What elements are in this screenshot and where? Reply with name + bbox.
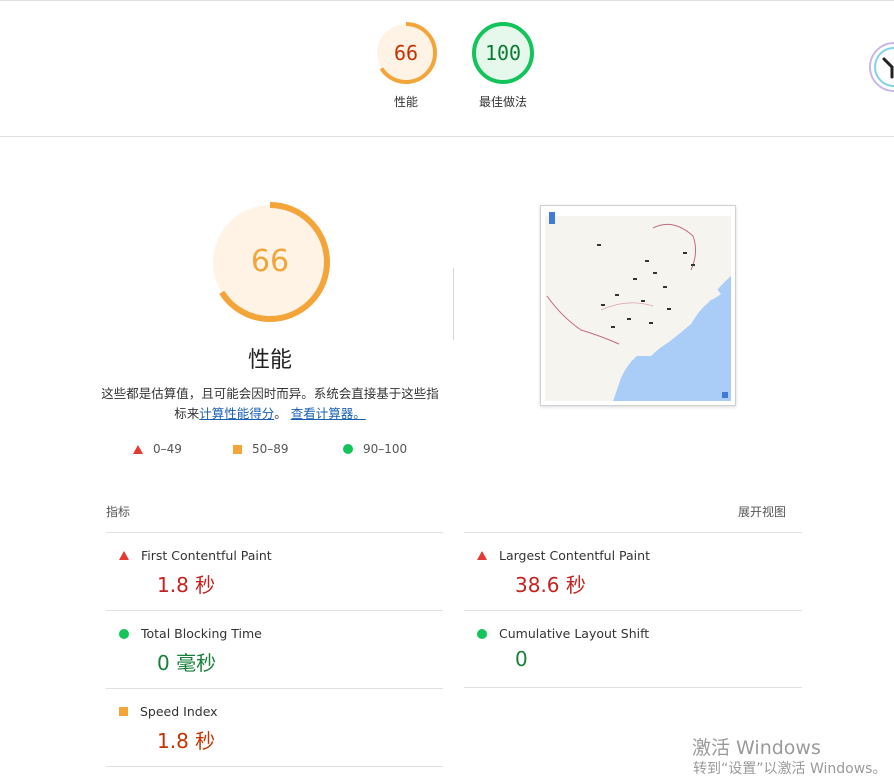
pass-circle-icon: [119, 628, 129, 639]
pwa-badge-icon[interactable]: [868, 41, 894, 93]
metric-cumulative-layout-shift: Cumulative Layout Shift 0: [477, 626, 797, 671]
metric-name: First Contentful Paint: [141, 548, 272, 563]
performance-score-gauge[interactable]: 66 性能: [361, 21, 451, 110]
average-square-icon: [119, 707, 128, 716]
metrics-heading: 指标: [106, 505, 131, 519]
map-image: [545, 212, 731, 401]
gauge-label: 最佳做法: [478, 95, 527, 109]
metric-value: 1.8 秒: [157, 573, 216, 597]
divider: [464, 687, 802, 688]
final-screenshot[interactable]: [540, 205, 736, 406]
score-header: 66 性能 100 最佳做法: [0, 1, 894, 137]
divider: [106, 532, 443, 533]
average-square-icon: [233, 444, 242, 454]
legend-label: 0–49: [153, 442, 182, 456]
legend-fail: 0–49: [133, 442, 182, 456]
performance-score: 66: [250, 244, 290, 279]
legend-average: 50–89: [233, 442, 289, 456]
metric-name: Largest Contentful Paint: [499, 548, 650, 563]
fail-triangle-icon: [119, 551, 129, 560]
performance-description: 这些都是估算值，且可能会因时而异。系统会直接基于这些指标来计算性能得分。 查看计…: [100, 384, 440, 424]
metric-value: 38.6 秒: [515, 573, 586, 597]
metric-value: 1.8 秒: [157, 729, 216, 753]
metric-largest-contentful-paint: Largest Contentful Paint 38.6 秒: [477, 548, 797, 598]
divider: [106, 766, 443, 767]
legend-label: 50–89: [252, 442, 289, 456]
metric-value: 0 毫秒: [157, 651, 217, 675]
gauge-ring: 66: [374, 21, 438, 85]
view-calculator-link[interactable]: 查看计算器。: [291, 406, 366, 421]
metric-name: Cumulative Layout Shift: [499, 626, 650, 641]
pass-circle-icon: [477, 628, 487, 639]
gauge-ring: 100: [471, 21, 535, 85]
metric-total-blocking-time: Total Blocking Time 0 毫秒: [119, 626, 439, 676]
performance-title: 性能: [247, 348, 292, 373]
legend-pass: 90–100: [343, 442, 407, 456]
metric-value: 0: [515, 647, 528, 671]
gauge-label: 性能: [393, 95, 418, 109]
best-practices-score-gauge[interactable]: 100 最佳做法: [458, 21, 548, 110]
fail-triangle-icon: [133, 444, 143, 454]
divider: [464, 532, 802, 533]
description-separator: 。: [274, 406, 287, 421]
expand-view-toggle[interactable]: 展开视图: [738, 503, 786, 520]
gauge-score: 66: [393, 41, 419, 65]
divider: [464, 610, 802, 611]
pass-circle-icon: [343, 444, 353, 454]
metric-name: Total Blocking Time: [141, 626, 262, 641]
gauge-score: 100: [484, 41, 522, 65]
windows-activation-watermark: 激活 Windows: [692, 737, 821, 759]
divider: [106, 610, 443, 611]
divider: [106, 688, 443, 689]
calc-score-link[interactable]: 计算性能得分: [199, 406, 274, 421]
fail-triangle-icon: [477, 551, 487, 560]
vertical-divider: [453, 268, 454, 340]
performance-gauge-large: 66: [208, 200, 332, 324]
legend-label: 90–100: [363, 442, 408, 456]
metric-first-contentful-paint: First Contentful Paint 1.8 秒: [119, 548, 439, 598]
metric-speed-index: Speed Index 1.8 秒: [119, 704, 439, 754]
metric-name: Speed Index: [140, 704, 218, 719]
windows-activation-hint: 转到“设置”以激活 Windows。: [693, 761, 887, 777]
